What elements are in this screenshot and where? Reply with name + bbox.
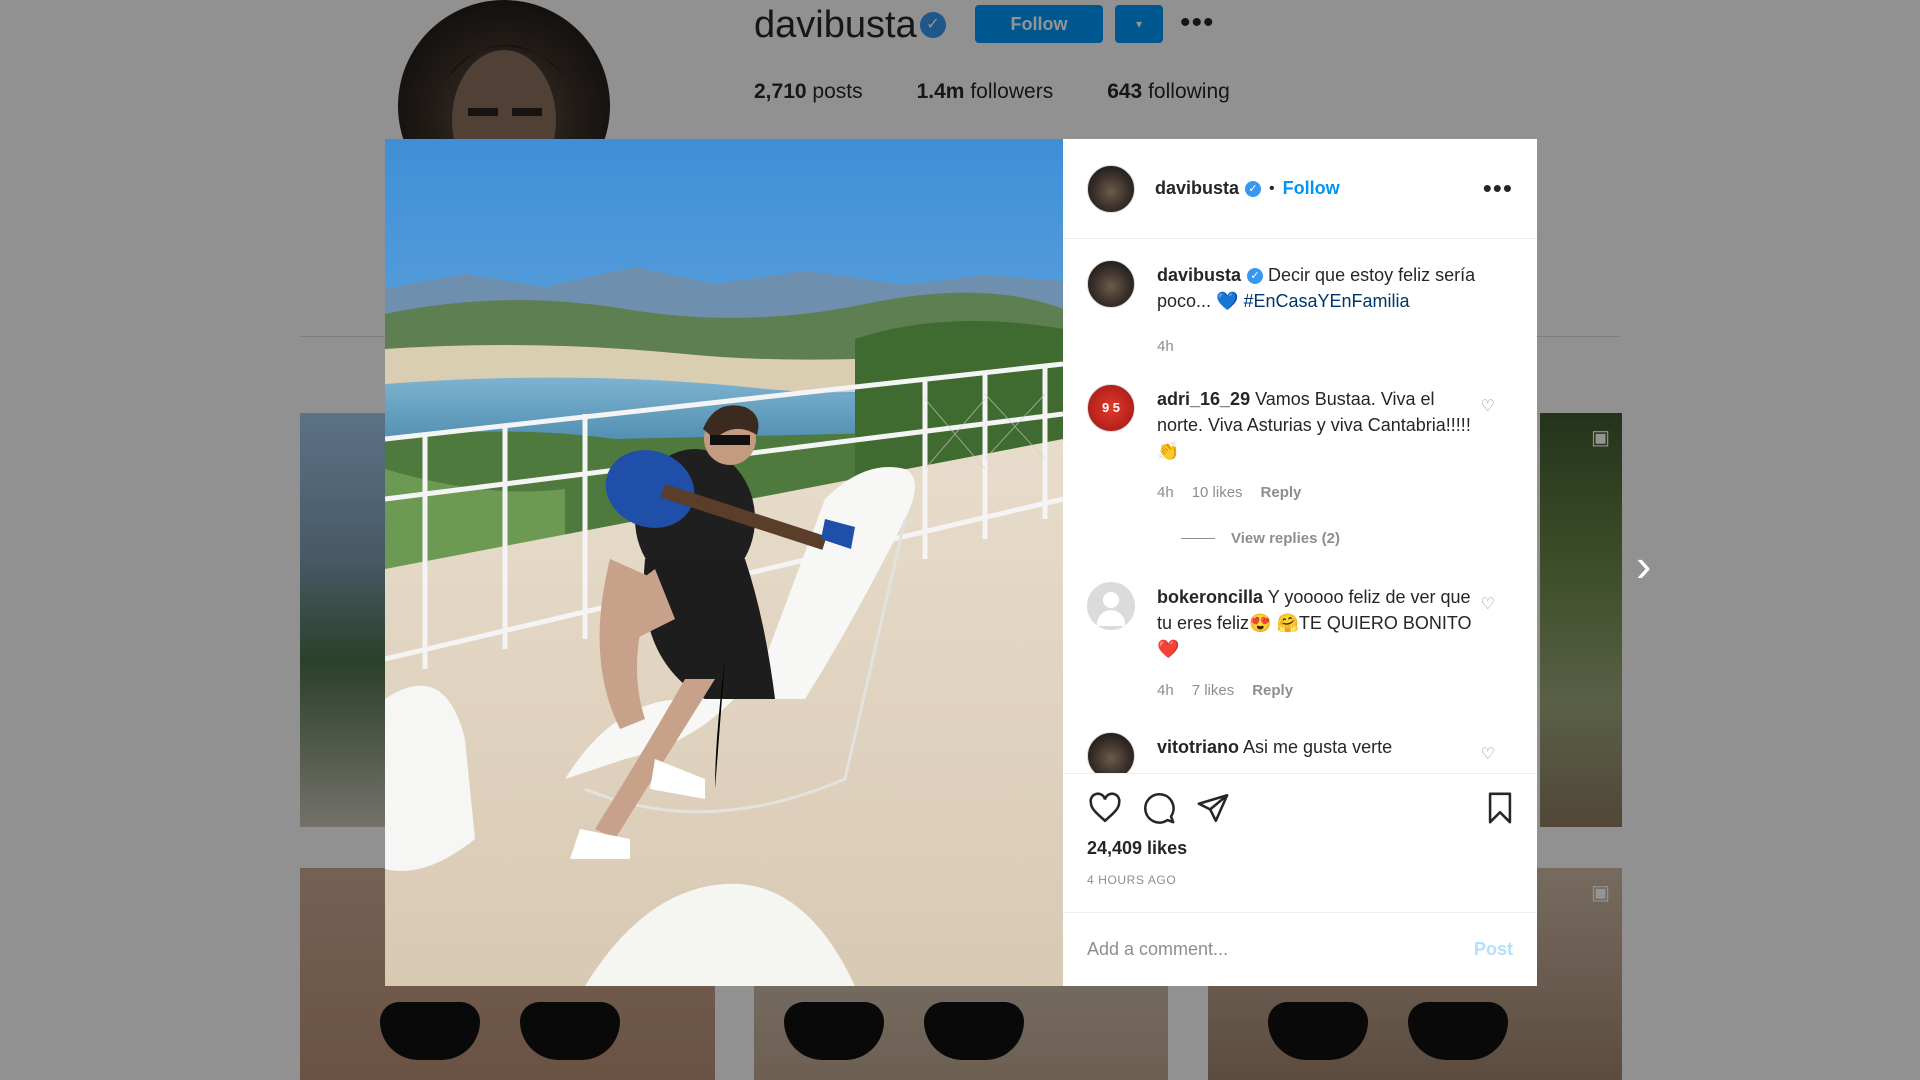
add-comment-bar: Add a comment... Post (1063, 912, 1537, 986)
caption-time[interactable]: 4h (1157, 338, 1174, 355)
avatar[interactable] (1087, 582, 1135, 630)
like-comment-heart-icon[interactable]: ♡ (1481, 396, 1495, 416)
avatar[interactable]: 9 5 (1087, 384, 1135, 432)
verified-badge-icon: ✓ (1247, 268, 1264, 285)
comment-username[interactable]: bokeroncilla (1157, 587, 1263, 607)
next-post-chevron-right-icon[interactable]: › (1636, 538, 1651, 592)
comment-time[interactable]: 4h (1157, 682, 1174, 699)
post-more-options-icon[interactable]: ••• (1483, 173, 1513, 204)
post-sidebar: davibusta ✓ • Follow ••• davibusta ✓ Deci… (1063, 139, 1537, 986)
post-photo[interactable] (385, 139, 1063, 986)
comment-time[interactable]: 4h (1157, 484, 1174, 501)
comment-text: bokeroncilla Y yooooo feliz de ver que t… (1157, 584, 1477, 662)
comment-text: vitotriano Asi me gusta verte (1157, 734, 1477, 760)
post-timestamp[interactable]: 4 HOURS AGO (1063, 859, 1537, 887)
header-follow-button[interactable]: Follow (1283, 178, 1340, 199)
header-separator: • (1269, 179, 1275, 197)
comment-icon[interactable] (1141, 791, 1177, 830)
comment-likes[interactable]: 10 likes (1192, 484, 1243, 501)
author-avatar[interactable] (1087, 164, 1135, 213)
hashtag-link[interactable]: #EnCasaYEnFamilia (1243, 291, 1409, 311)
comment-text: adri_16_29 Vamos Bustaa. Viva el norte. … (1157, 386, 1477, 464)
reply-button[interactable]: Reply (1252, 682, 1293, 699)
heart-icon[interactable] (1087, 791, 1123, 830)
reply-button[interactable]: Reply (1261, 484, 1302, 501)
avatar[interactable] (1087, 732, 1135, 773)
comment-username[interactable]: vitotriano (1157, 737, 1239, 757)
verified-badge-icon: ✓ (1245, 180, 1262, 197)
caption-text: davibusta ✓ Decir que estoy feliz sería p… (1157, 262, 1477, 314)
post-comment-button[interactable]: Post (1474, 939, 1513, 960)
comment-input[interactable]: Add a comment... (1087, 939, 1228, 960)
author-username[interactable]: davibusta (1155, 178, 1239, 199)
post-actions: 24,409 likes 4 HOURS AGO (1063, 773, 1537, 887)
comment-meta: 4h 10 likes Reply (1157, 484, 1301, 501)
view-replies-label: View replies (2) (1231, 530, 1340, 547)
caption-username[interactable]: davibusta (1157, 265, 1241, 285)
comment-meta: 4h 7 likes Reply (1157, 682, 1293, 699)
post-header: davibusta ✓ • Follow ••• (1063, 139, 1537, 239)
view-replies-button[interactable]: View replies (2) (1181, 530, 1340, 547)
comment-username[interactable]: adri_16_29 (1157, 389, 1250, 409)
post-modal: davibusta ✓ • Follow ••• davibusta ✓ Deci… (385, 139, 1537, 986)
like-comment-heart-icon[interactable]: ♡ (1481, 594, 1495, 614)
bookmark-icon[interactable] (1483, 790, 1517, 831)
action-icons (1063, 774, 1537, 832)
comment-likes[interactable]: 7 likes (1192, 682, 1235, 699)
like-comment-heart-icon[interactable]: ♡ (1481, 744, 1495, 764)
avatar[interactable] (1087, 260, 1135, 308)
comment-body: Asi me gusta verte (1243, 737, 1393, 757)
comments-list[interactable]: davibusta ✓ Decir que estoy feliz sería p… (1063, 240, 1537, 773)
share-icon[interactable] (1195, 791, 1231, 830)
likes-count[interactable]: 24,409 likes (1063, 832, 1537, 859)
caption-meta: 4h (1157, 338, 1174, 355)
